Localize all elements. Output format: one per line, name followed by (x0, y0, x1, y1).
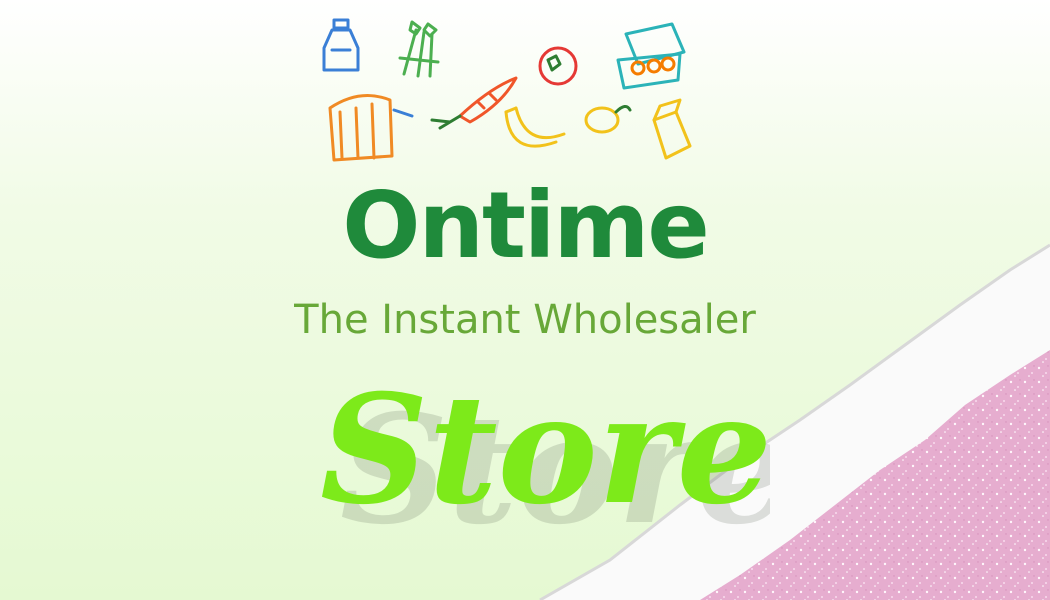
store-word: Store (320, 362, 770, 538)
carrot-icon (430, 76, 518, 130)
banana-icon (504, 106, 566, 148)
egg-carton-icon (616, 22, 686, 90)
brand-title: Ontime (342, 172, 709, 279)
lemon-icon (584, 105, 632, 134)
milk-bottle-icon (322, 18, 360, 72)
bread-icon (328, 94, 414, 162)
juice-carton-icon (652, 98, 692, 160)
store-script-word: Store Store (320, 362, 770, 552)
asparagus-icon (398, 20, 440, 78)
grocery-icons (322, 18, 692, 162)
tomato-icon (538, 46, 578, 86)
brand-tagline: The Instant Wholesaler (294, 297, 756, 343)
